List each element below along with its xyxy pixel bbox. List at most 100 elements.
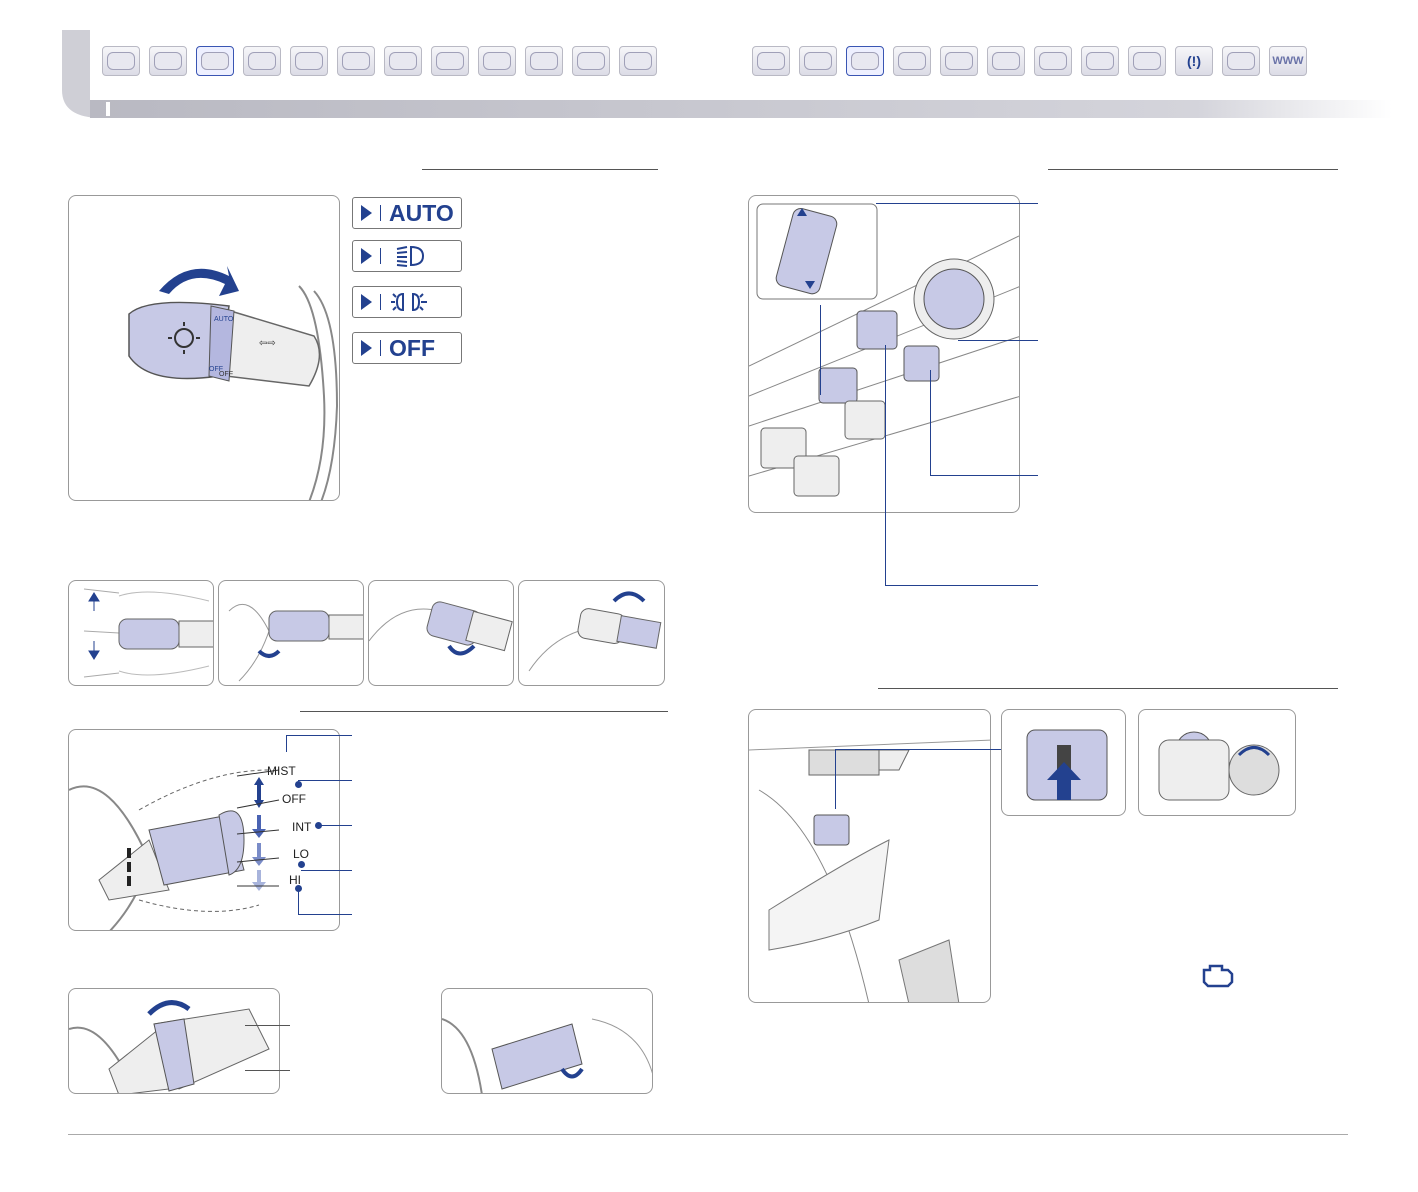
fuel-cap-illustration — [1158, 731, 1280, 801]
leader-window-lock — [930, 475, 1038, 476]
leader-window-lock-v — [930, 370, 931, 475]
mode-label: OFF — [389, 334, 435, 361]
high-beam-icon — [396, 245, 425, 267]
separator — [380, 248, 381, 264]
seat-icon — [530, 52, 558, 70]
tab-navigation[interactable] — [431, 46, 469, 76]
headlight-lever-panel: AUTO OFF ⇦⇨ OFF — [68, 195, 340, 501]
fuel-button-illustration — [1026, 729, 1108, 801]
radio-icon — [1133, 52, 1161, 70]
wiper-icon — [483, 52, 511, 70]
play-arrow-icon — [361, 205, 372, 221]
svg-text:⇦⇨: ⇦⇨ — [259, 338, 276, 349]
leader-fuel — [835, 749, 1001, 750]
leader-lo-h — [301, 870, 352, 871]
leader-hi-h — [298, 914, 352, 915]
leader-door-lock-v — [885, 345, 886, 585]
lever-rotate-illustration — [528, 591, 662, 672]
sunroof-icon — [577, 52, 605, 70]
wiper-position-off: OFF — [282, 792, 306, 806]
leader-off-h — [298, 780, 352, 781]
fuel-cap-panel — [1138, 709, 1296, 816]
tab-climate[interactable] — [940, 46, 978, 76]
tab-engine-bay[interactable] — [799, 46, 837, 76]
lever-twist-panel — [368, 580, 514, 686]
tab-lights-lever[interactable] — [196, 46, 234, 76]
leader-lo-dot — [298, 861, 305, 868]
play-arrow-icon — [361, 248, 372, 264]
headlight-mode-1 — [352, 240, 462, 272]
fuel-release-panel — [748, 709, 991, 1003]
tab-wiper[interactable] — [478, 46, 516, 76]
tab-www[interactable]: WWW — [1269, 46, 1307, 76]
leader-fuel-v — [835, 749, 836, 809]
tab-tire-pressure[interactable]: (!) — [1175, 46, 1213, 76]
separator — [380, 340, 381, 356]
wiper-rotate-illustration — [69, 1000, 270, 1093]
tab-radio[interactable] — [1128, 46, 1166, 76]
instrument-cluster-icon — [107, 52, 135, 70]
tab-gauges[interactable] — [893, 46, 931, 76]
headlight-lever-illustration: AUTO OFF ⇦⇨ OFF — [128, 266, 339, 500]
wiper-pull-panel — [441, 988, 653, 1094]
gauges-icon — [248, 52, 276, 70]
lever-up-down-panel — [68, 580, 214, 686]
wiper-position-int: INT — [292, 820, 312, 834]
footer-rule — [68, 1134, 1348, 1135]
tab-seat[interactable] — [525, 46, 563, 76]
section-rule-lights — [422, 169, 658, 170]
tab-car-exterior[interactable] — [149, 46, 187, 76]
hand-phone-icon — [1227, 52, 1255, 70]
header-frame — [62, 30, 1392, 118]
svg-text:OFF: OFF — [219, 371, 233, 378]
tab-multimedia[interactable] — [384, 46, 422, 76]
window-switch-icon — [851, 52, 879, 70]
leader-mirror — [958, 340, 1038, 341]
leader-wiper-rotate-a — [245, 1025, 290, 1026]
climate-icon — [945, 52, 973, 70]
tab-audio[interactable] — [987, 46, 1025, 76]
leader-auto-v — [820, 305, 821, 395]
section-rule-fuel — [878, 688, 1338, 689]
tab-row-right: (!) WWW — [752, 46, 1307, 76]
www-icon: WWW — [1272, 55, 1304, 67]
tab-hand-phone[interactable] — [1222, 46, 1260, 76]
audio-icon — [342, 52, 370, 70]
tab-audio[interactable] — [337, 46, 375, 76]
section-rule-window — [1048, 169, 1338, 170]
tab-climate[interactable] — [290, 46, 328, 76]
audio-icon — [992, 52, 1020, 70]
check-engine-icon — [1202, 964, 1234, 988]
window-switch-panel — [748, 195, 1020, 513]
leader-door-lock — [885, 585, 1038, 586]
leader-hi-v — [298, 888, 299, 914]
tab-instrument-cluster[interactable] — [102, 46, 140, 76]
wiper-pull-illustration — [442, 1018, 652, 1093]
tab-sunroof[interactable] — [1081, 46, 1119, 76]
section-rule-wiper — [300, 711, 668, 712]
leader-window-auto — [876, 203, 1038, 204]
lever-pull-illustration — [228, 603, 363, 682]
multimedia-icon — [389, 52, 417, 70]
tab-steering-wheel[interactable] — [752, 46, 790, 76]
tab-navigation[interactable] — [1034, 46, 1072, 76]
tab-row-left — [102, 46, 657, 76]
sunroof-icon — [1086, 52, 1114, 70]
svg-text:AUTO: AUTO — [214, 316, 234, 323]
mode-label: AUTO — [389, 199, 454, 226]
play-arrow-icon — [361, 340, 372, 356]
tab-gauges[interactable] — [243, 46, 281, 76]
wiper-position-lo: LO — [293, 847, 310, 861]
leader-wiper-rotate-b — [245, 1070, 290, 1071]
car-exterior-icon — [154, 52, 182, 70]
climate-icon — [295, 52, 323, 70]
headlight-mode-2 — [352, 286, 462, 318]
tab-hand-phone[interactable] — [619, 46, 657, 76]
navigation-icon — [436, 52, 464, 70]
leader-mist-v — [286, 735, 287, 752]
tab-window-switch[interactable] — [846, 46, 884, 76]
lever-rotate-panel — [518, 580, 665, 686]
tab-sunroof[interactable] — [572, 46, 610, 76]
fuel-button-closeup — [1001, 709, 1126, 816]
leader-int-h — [318, 825, 352, 826]
